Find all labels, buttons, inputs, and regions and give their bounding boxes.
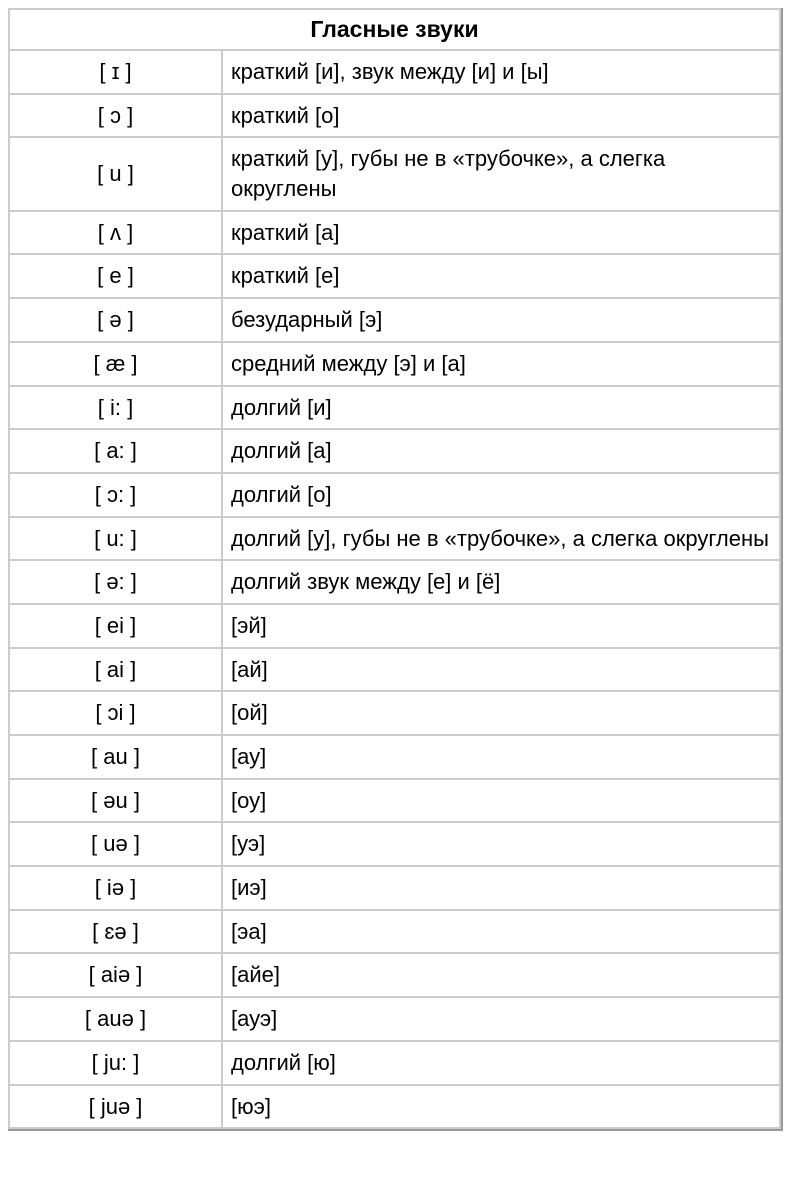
- table-row: [ juə ][юэ]: [10, 1086, 779, 1128]
- table-row: [ u: ]долгий [у], губы не в «трубочке», …: [10, 518, 779, 560]
- phonetic-symbol: [ au ]: [10, 736, 221, 778]
- phonetic-description: [эй]: [223, 605, 779, 647]
- phonetic-description: [айе]: [223, 954, 779, 996]
- phonetic-symbol: [ æ ]: [10, 343, 221, 385]
- phonetic-description: безударный [э]: [223, 299, 779, 341]
- phonetic-description: [оу]: [223, 780, 779, 822]
- phonetic-symbol: [ ju: ]: [10, 1042, 221, 1084]
- table-row: [ a: ]долгий [а]: [10, 430, 779, 472]
- phonetic-symbol: [ ə ]: [10, 299, 221, 341]
- vowel-sounds-table: Гласные звуки [ ɪ ]краткий [и], звук меж…: [8, 8, 783, 1131]
- phonetic-symbol: [ juə ]: [10, 1086, 221, 1128]
- table-row: [ uə ][уэ]: [10, 823, 779, 865]
- phonetic-description: долгий [и]: [223, 387, 779, 429]
- phonetic-description: [ай]: [223, 649, 779, 691]
- table-row: [ auə ][ауэ]: [10, 998, 779, 1040]
- phonetic-description: [уэ]: [223, 823, 779, 865]
- phonetic-symbol: [ aiə ]: [10, 954, 221, 996]
- table-row: [ ʌ ]краткий [а]: [10, 212, 779, 254]
- phonetic-description: краткий [у], губы не в «трубочке», а сле…: [223, 138, 779, 209]
- table-title: Гласные звуки: [10, 10, 779, 49]
- phonetic-symbol: [ e ]: [10, 255, 221, 297]
- phonetic-symbol: [ ei ]: [10, 605, 221, 647]
- table-row: [ ei ][эй]: [10, 605, 779, 647]
- phonetic-symbol: [ u: ]: [10, 518, 221, 560]
- phonetic-symbol: [ ɔ ]: [10, 95, 221, 137]
- table-row: [ ɛə ][эа]: [10, 911, 779, 953]
- phonetic-description: долгий [ю]: [223, 1042, 779, 1084]
- table-row: [ ɪ ]краткий [и], звук между [и] и [ы]: [10, 51, 779, 93]
- table-row: [ ə ]безударный [э]: [10, 299, 779, 341]
- phonetic-symbol: [ ai ]: [10, 649, 221, 691]
- phonetic-symbol: [ uə ]: [10, 823, 221, 865]
- table-row: [ ɔi ][ой]: [10, 692, 779, 734]
- phonetic-symbol: [ ɔ: ]: [10, 474, 221, 516]
- phonetic-description: долгий звук между [е] и [ё]: [223, 561, 779, 603]
- phonetic-description: [эа]: [223, 911, 779, 953]
- phonetic-description: [ой]: [223, 692, 779, 734]
- table-row: [ e ]краткий [е]: [10, 255, 779, 297]
- phonetic-symbol: [ auə ]: [10, 998, 221, 1040]
- phonetic-description: долгий [а]: [223, 430, 779, 472]
- table-row: [ æ ]средний между [э] и [а]: [10, 343, 779, 385]
- table-row: [ ɔ: ]долгий [о]: [10, 474, 779, 516]
- phonetic-symbol: [ iə ]: [10, 867, 221, 909]
- phonetic-symbol: [ ɛə ]: [10, 911, 221, 953]
- phonetic-symbol: [ ə: ]: [10, 561, 221, 603]
- table-row: [ ɔ ]краткий [о]: [10, 95, 779, 137]
- phonetic-symbol: [ a: ]: [10, 430, 221, 472]
- phonetic-symbol: [ əu ]: [10, 780, 221, 822]
- phonetic-description: [иэ]: [223, 867, 779, 909]
- phonetic-description: [ауэ]: [223, 998, 779, 1040]
- phonetic-symbol: [ ɪ ]: [10, 51, 221, 93]
- table-row: [ ju: ]долгий [ю]: [10, 1042, 779, 1084]
- phonetic-description: средний между [э] и [а]: [223, 343, 779, 385]
- table-row: [ i: ]долгий [и]: [10, 387, 779, 429]
- phonetic-symbol: [ ɔi ]: [10, 692, 221, 734]
- table-row: [ əu ][оу]: [10, 780, 779, 822]
- phonetic-symbol: [ i: ]: [10, 387, 221, 429]
- phonetic-symbol: [ u ]: [10, 138, 221, 209]
- table-row: [ ai ][ай]: [10, 649, 779, 691]
- phonetic-description: [юэ]: [223, 1086, 779, 1128]
- phonetic-description: краткий [и], звук между [и] и [ы]: [223, 51, 779, 93]
- table-row: [ au ][ау]: [10, 736, 779, 778]
- phonetic-description: долгий [у], губы не в «трубочке», а слег…: [223, 518, 779, 560]
- phonetic-description: долгий [о]: [223, 474, 779, 516]
- phonetic-description: [ау]: [223, 736, 779, 778]
- phonetic-description: краткий [о]: [223, 95, 779, 137]
- table-row: [ ə: ]долгий звук между [е] и [ё]: [10, 561, 779, 603]
- phonetic-symbol: [ ʌ ]: [10, 212, 221, 254]
- phonetic-description: краткий [а]: [223, 212, 779, 254]
- table-row: [ aiə ][айе]: [10, 954, 779, 996]
- phonetic-description: краткий [е]: [223, 255, 779, 297]
- table-row: [ u ]краткий [у], губы не в «трубочке», …: [10, 138, 779, 209]
- table-row: [ iə ][иэ]: [10, 867, 779, 909]
